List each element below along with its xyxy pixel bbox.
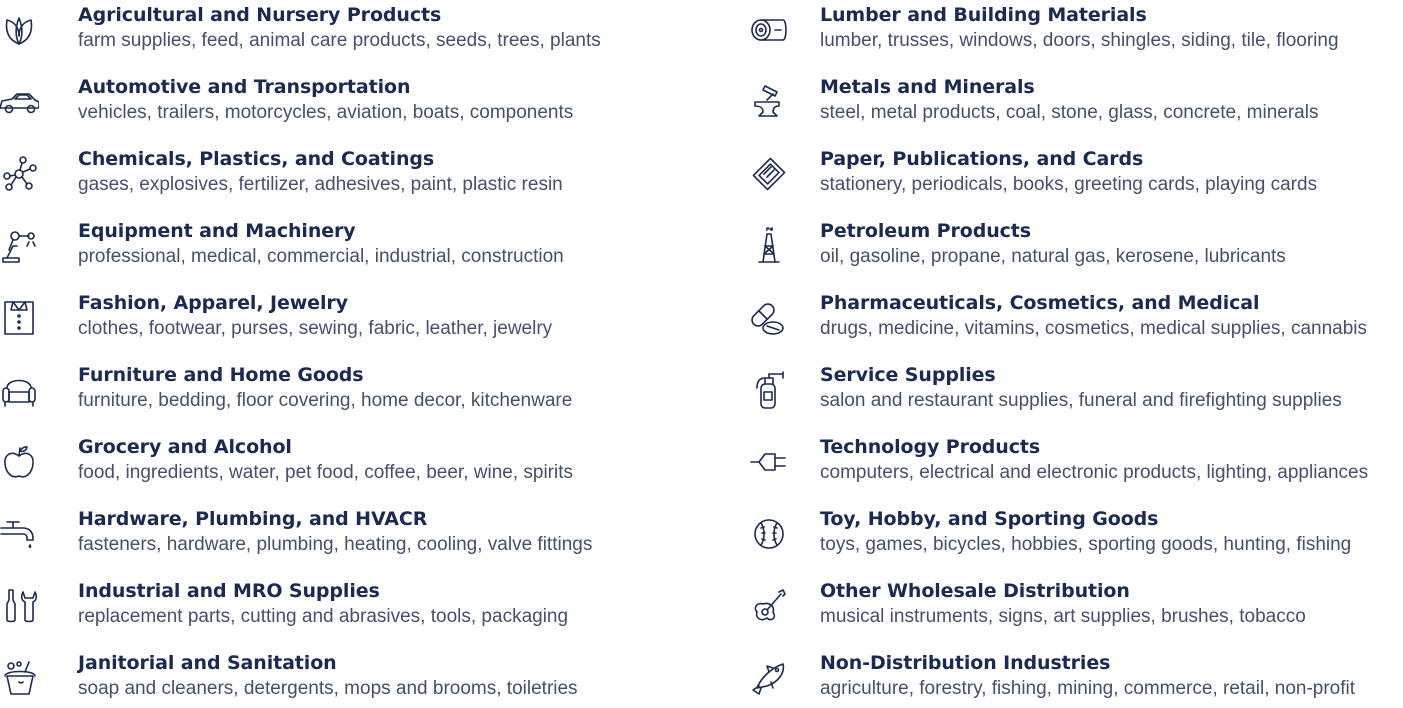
industry-title: Fashion, Apparel, Jewelry — [78, 292, 348, 314]
industry-item-chemicals[interactable]: Chemicals, Plastics, and Coatings gases,… — [0, 144, 680, 204]
tools-icon — [0, 586, 46, 626]
industry-item-lumber[interactable]: Lumber and Building Materials lumber, tr… — [742, 0, 1403, 60]
industry-title: Hardware, Plumbing, and HVACR — [78, 508, 428, 530]
industry-item-pharmaceuticals[interactable]: Pharmaceuticals, Cosmetics, and Medical … — [742, 288, 1403, 348]
industry-description: food, ingredients, water, pet food, coff… — [78, 462, 574, 483]
industry-item-grocery[interactable]: Grocery and Alcohol food, ingredients, w… — [0, 432, 680, 492]
industry-title: Equipment and Machinery — [78, 220, 356, 242]
industry-description: lumber, trusses, windows, doors, shingle… — [820, 30, 1339, 51]
car-icon — [0, 82, 46, 122]
industry-title: Janitorial and Sanitation — [78, 652, 337, 674]
industry-title: Non-Distribution Industries — [820, 652, 1111, 674]
industry-description: toys, games, bicycles, hobbies, sporting… — [820, 534, 1352, 555]
industry-title: Pharmaceuticals, Cosmetics, and Medical — [820, 292, 1260, 314]
industry-description: vehicles, trailers, motorcycles, aviatio… — [78, 102, 574, 123]
industry-title: Automotive and Transportation — [78, 76, 411, 98]
industry-item-toy-hobby[interactable]: Toy, Hobby, and Sporting Goods toys, gam… — [742, 504, 1403, 564]
industry-description: clothes, footwear, purses, sewing, fabri… — [78, 318, 553, 339]
industry-item-other-wholesale[interactable]: Other Wholesale Distribution musical ins… — [742, 576, 1403, 636]
industry-title: Grocery and Alcohol — [78, 436, 292, 458]
industry-item-janitorial[interactable]: Janitorial and Sanitation soap and clean… — [0, 648, 680, 708]
industry-description: oil, gasoline, propane, natural gas, ker… — [820, 246, 1286, 267]
industry-description: salon and restaurant supplies, funeral a… — [820, 390, 1342, 411]
industry-title: Lumber and Building Materials — [820, 4, 1147, 26]
industry-item-equipment[interactable]: Equipment and Machinery professional, me… — [0, 216, 680, 276]
industry-description: fasteners, hardware, plumbing, heating, … — [78, 534, 593, 555]
industry-title: Toy, Hobby, and Sporting Goods — [820, 508, 1159, 530]
log-icon — [742, 10, 796, 50]
industry-description: farm supplies, feed, animal care product… — [78, 30, 601, 51]
fire-extinguisher-icon — [742, 370, 796, 410]
industry-item-agricultural[interactable]: Agricultural and Nursery Products farm s… — [0, 0, 680, 60]
industry-title: Chemicals, Plastics, and Coatings — [78, 148, 435, 170]
industry-item-technology[interactable]: Technology Products computers, electrica… — [742, 432, 1403, 492]
apple-icon — [0, 442, 46, 482]
oil-derrick-icon — [742, 226, 796, 266]
industry-title: Furniture and Home Goods — [78, 364, 364, 386]
baseball-icon — [742, 514, 796, 554]
industry-description: furniture, bedding, floor covering, home… — [78, 390, 573, 411]
faucet-icon — [0, 514, 46, 554]
industry-item-hardware[interactable]: Hardware, Plumbing, and HVACR fasteners,… — [0, 504, 680, 564]
molecule-icon — [0, 154, 46, 194]
plug-icon — [742, 442, 796, 482]
industry-description: drugs, medicine, vitamins, cosmetics, me… — [820, 318, 1368, 339]
industry-item-industrial[interactable]: Industrial and MRO Supplies replacement … — [0, 576, 680, 636]
industry-title: Paper, Publications, and Cards — [820, 148, 1144, 170]
industry-description: computers, electrical and electronic pro… — [820, 462, 1369, 483]
industry-description: soap and cleaners, detergents, mops and … — [78, 678, 578, 699]
industry-item-service[interactable]: Service Supplies salon and restaurant su… — [742, 360, 1403, 420]
industry-item-metals[interactable]: Metals and Minerals steel, metal product… — [742, 72, 1403, 132]
shirt-icon — [0, 298, 46, 338]
industry-description: replacement parts, cutting and abrasives… — [78, 606, 569, 627]
industry-item-automotive[interactable]: Automotive and Transportation vehicles, … — [0, 72, 680, 132]
industry-description: stationery, periodicals, books, greeting… — [820, 174, 1318, 195]
industry-description: musical instruments, signs, art supplies… — [820, 606, 1306, 627]
robot-arm-icon — [0, 226, 46, 266]
industry-description: agriculture, forestry, fishing, mining, … — [820, 678, 1356, 699]
industry-grid: Agricultural and Nursery Products farm s… — [0, 0, 1403, 702]
industry-item-petroleum[interactable]: Petroleum Products oil, gasoline, propan… — [742, 216, 1403, 276]
paper-icon — [742, 154, 796, 194]
leaf-icon — [0, 10, 46, 50]
pills-icon — [742, 298, 796, 338]
industry-title: Agricultural and Nursery Products — [78, 4, 442, 26]
industry-description: professional, medical, commercial, indus… — [78, 246, 564, 267]
industry-title: Metals and Minerals — [820, 76, 1035, 98]
fish-icon — [742, 658, 796, 698]
guitar-icon — [742, 586, 796, 626]
cleaning-bucket-icon — [0, 658, 46, 698]
industry-item-non-distribution[interactable]: Non-Distribution Industries agriculture,… — [742, 648, 1403, 708]
anvil-icon — [742, 82, 796, 122]
industry-description: gases, explosives, fertilizer, adhesives… — [78, 174, 563, 195]
industry-title: Service Supplies — [820, 364, 996, 386]
industry-item-furniture[interactable]: Furniture and Home Goods furniture, bedd… — [0, 360, 680, 420]
industry-item-fashion[interactable]: Fashion, Apparel, Jewelry clothes, footw… — [0, 288, 680, 348]
industry-title: Industrial and MRO Supplies — [78, 580, 380, 602]
industry-title: Other Wholesale Distribution — [820, 580, 1130, 602]
industry-title: Technology Products — [820, 436, 1041, 458]
armchair-icon — [0, 370, 46, 410]
industry-item-paper[interactable]: Paper, Publications, and Cards stationer… — [742, 144, 1403, 204]
industry-description: steel, metal products, coal, stone, glas… — [820, 102, 1319, 123]
industry-title: Petroleum Products — [820, 220, 1031, 242]
